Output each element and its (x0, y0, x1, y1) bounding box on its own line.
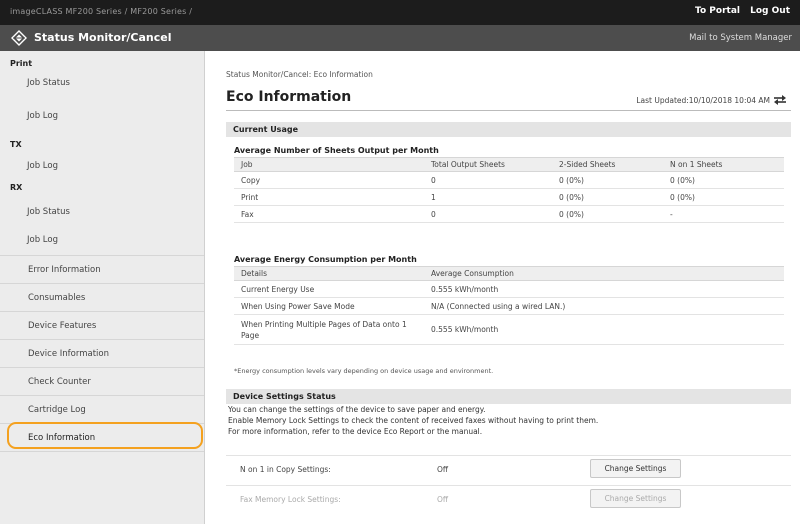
table-row: Copy 0 0 (0%) 0 (0%) (234, 171, 784, 189)
table-cell: When Using Power Save Mode (234, 297, 424, 315)
setting-row-fax-memory-lock: Fax Memory Lock Settings: Off Change Set… (226, 485, 791, 512)
column-header: N on 1 Sheets (663, 157, 784, 172)
table-cell: 1 (424, 188, 552, 206)
column-header: 2-Sided Sheets (552, 157, 663, 172)
page-title: Eco Information (226, 89, 352, 105)
sidebar-heading-tx: TX (10, 140, 22, 149)
sidebar-item-device-features[interactable]: Device Features (0, 311, 204, 339)
table-header-row: Job Total Output Sheets 2-Sided Sheets N… (234, 157, 784, 172)
current-usage-header: Current Usage (226, 122, 791, 137)
sheets-section-title: Average Number of Sheets Output per Mont… (234, 146, 439, 155)
table-cell: When Printing Multiple Pages of Data ont… (234, 314, 424, 345)
table-cell: 0 (0%) (663, 188, 784, 206)
log-out-link[interactable]: Log Out (750, 6, 790, 16)
sidebar-item-consumables[interactable]: Consumables (0, 283, 204, 311)
top-links: To Portal Log Out (688, 6, 790, 16)
top-bar: imageCLASS MF200 Series / MF200 Series /… (0, 0, 800, 25)
table-cell: - (663, 205, 784, 223)
sidebar-item-device-information[interactable]: Device Information (0, 339, 204, 367)
setting-value: Off (437, 465, 449, 474)
sidebar-divider (0, 451, 204, 452)
main-content: Status Monitor/Cancel: Eco Information E… (205, 51, 800, 524)
table-cell: 0 (0%) (552, 188, 663, 206)
table-cell: Fax (234, 205, 424, 223)
description-line: For more information, refer to the devic… (228, 427, 483, 436)
table-cell: Copy (234, 171, 424, 189)
sidebar-heading-rx: RX (10, 183, 23, 192)
table-cell: 0 (0%) (552, 205, 663, 223)
table-row: Print 1 0 (0%) 0 (0%) (234, 188, 784, 206)
setting-label: Fax Memory Lock Settings: (240, 495, 341, 504)
sidebar-item-rx-job-log[interactable]: Job Log (0, 226, 204, 254)
title-divider (226, 110, 791, 111)
mail-to-system-manager-link[interactable]: Mail to System Manager (689, 33, 792, 43)
setting-value: Off (437, 495, 449, 504)
energy-note: *Energy consumption levels vary dependin… (234, 367, 494, 375)
table-cell: 0 (424, 171, 552, 189)
description-line: Enable Memory Lock Settings to check the… (228, 416, 599, 425)
sidebar-item-print-job-log[interactable]: Job Log (0, 102, 204, 130)
column-header: Job (234, 157, 424, 172)
refresh-icon[interactable] (772, 92, 788, 108)
sidebar-heading-print: Print (10, 59, 33, 68)
sheets-table: Job Total Output Sheets 2-Sided Sheets N… (234, 157, 784, 223)
last-updated: Last Updated:10/10/2018 10:04 AM (636, 96, 770, 105)
table-row: When Using Power Save Mode N/A (Connecte… (234, 297, 784, 315)
sidebar-item-tx-job-log[interactable]: Job Log (0, 152, 204, 180)
table-cell: 0 (424, 205, 552, 223)
setting-row-n-on-1-copy: N on 1 in Copy Settings: Off Change Sett… (226, 455, 791, 482)
table-cell: 0 (0%) (552, 171, 663, 189)
column-header: Average Consumption (424, 266, 784, 281)
table-cell: 0.555 kWh/month (424, 314, 784, 345)
change-settings-button[interactable]: Change Settings (590, 489, 681, 508)
change-settings-button[interactable]: Change Settings (590, 459, 681, 478)
table-cell: 0.555 kWh/month (424, 280, 784, 298)
sidebar-item-check-counter[interactable]: Check Counter (0, 367, 204, 395)
status-monitor-logo-icon (11, 30, 27, 46)
table-row: When Printing Multiple Pages of Data ont… (234, 314, 784, 345)
table-row: Current Energy Use 0.555 kWh/month (234, 280, 784, 298)
table-row: Fax 0 0 (0%) - (234, 205, 784, 223)
table-cell: 0 (0%) (663, 171, 784, 189)
table-cell: Current Energy Use (234, 280, 424, 298)
sidebar-item-rx-job-status[interactable]: Job Status (0, 198, 204, 226)
table-cell: Print (234, 188, 424, 206)
setting-label: N on 1 in Copy Settings: (240, 465, 331, 474)
device-breadcrumb: imageCLASS MF200 Series / MF200 Series / (10, 7, 193, 16)
sidebar-item-print-job-status[interactable]: Job Status (0, 69, 204, 97)
breadcrumb: Status Monitor/Cancel: Eco Information (226, 70, 373, 79)
description-line: You can change the settings of the devic… (228, 405, 486, 414)
sidebar-item-error-information[interactable]: Error Information (0, 255, 204, 283)
device-settings-status-header: Device Settings Status (226, 389, 791, 404)
column-header: Details (234, 266, 424, 281)
eco-information-highlight (7, 422, 203, 449)
title-bar: Status Monitor/Cancel Mail to System Man… (0, 25, 800, 51)
sidebar: Print Job Status Job Log TX Job Log RX J… (0, 51, 205, 524)
energy-section-title: Average Energy Consumption per Month (234, 255, 417, 264)
to-portal-link[interactable]: To Portal (695, 6, 740, 16)
table-cell: N/A (Connected using a wired LAN.) (424, 297, 784, 315)
app-title: Status Monitor/Cancel (34, 31, 172, 44)
sidebar-item-cartridge-log[interactable]: Cartridge Log (0, 395, 204, 423)
table-header-row: Details Average Consumption (234, 266, 784, 281)
energy-table: Details Average Consumption Current Ener… (234, 266, 784, 345)
column-header: Total Output Sheets (424, 157, 552, 172)
